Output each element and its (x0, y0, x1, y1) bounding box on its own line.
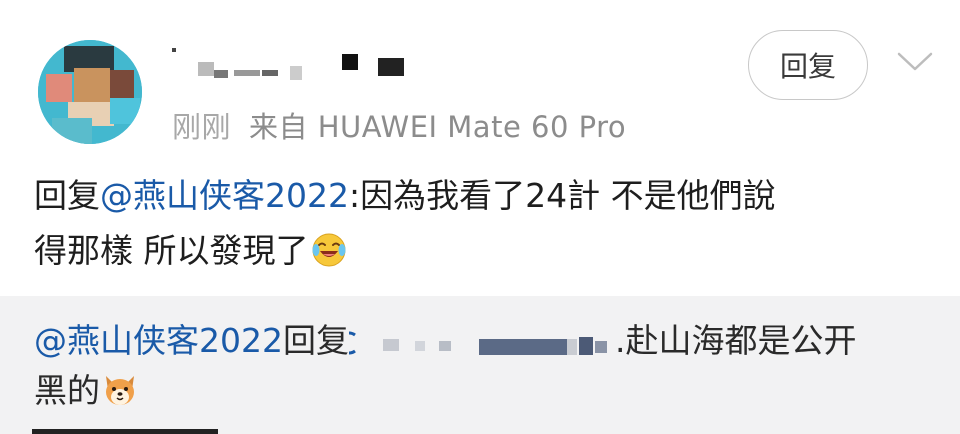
comment-body: 回复@燕山侠客2022:因為我看了24計 不是他們說 得那樣 所以發現了 (34, 168, 934, 278)
quote-line-2: 黑的 (34, 366, 934, 416)
quote-line-1: @燕山侠客2022回复 .赴山海都是公开 (34, 316, 934, 366)
dog-face-emoji-icon (106, 376, 134, 405)
quote-tail-text: .赴山海都是公开 (614, 321, 857, 360)
quote-mention-link[interactable]: @燕山侠客2022 (34, 321, 283, 360)
username-redacted[interactable] (172, 40, 432, 80)
laughing-crying-emoji-icon (312, 233, 345, 267)
avatar[interactable] (38, 40, 142, 144)
quote-reply-word: 回复 (282, 321, 349, 360)
comment-line-1: 回复@燕山侠客2022:因為我看了24計 不是他們說 (34, 168, 934, 223)
quote-text-2: 黑的 (34, 371, 100, 410)
mention-link[interactable]: @燕山侠客2022 (100, 176, 349, 215)
chevron-down-icon[interactable] (896, 50, 934, 74)
post-source: 来自 HUAWEI Mate 60 Pro (249, 110, 627, 144)
post-meta: 刚刚 来自 HUAWEI Mate 60 Pro (172, 104, 626, 146)
bottom-divider (32, 429, 218, 434)
quoted-comment-text: @燕山侠客2022回复 .赴山海都是公开 黑的 (34, 316, 934, 416)
comment-text-1: :因為我看了24計 不是他們說 (348, 176, 776, 215)
post-time: 刚刚 (172, 110, 232, 144)
redacted-username (348, 331, 607, 355)
comment-text-2: 得那樣 所以發現了 (34, 231, 309, 270)
comment-line-2: 得那樣 所以發現了 (34, 223, 934, 278)
reply-button[interactable]: 回复 (748, 30, 868, 100)
reply-prefix: 回复 (34, 176, 100, 215)
